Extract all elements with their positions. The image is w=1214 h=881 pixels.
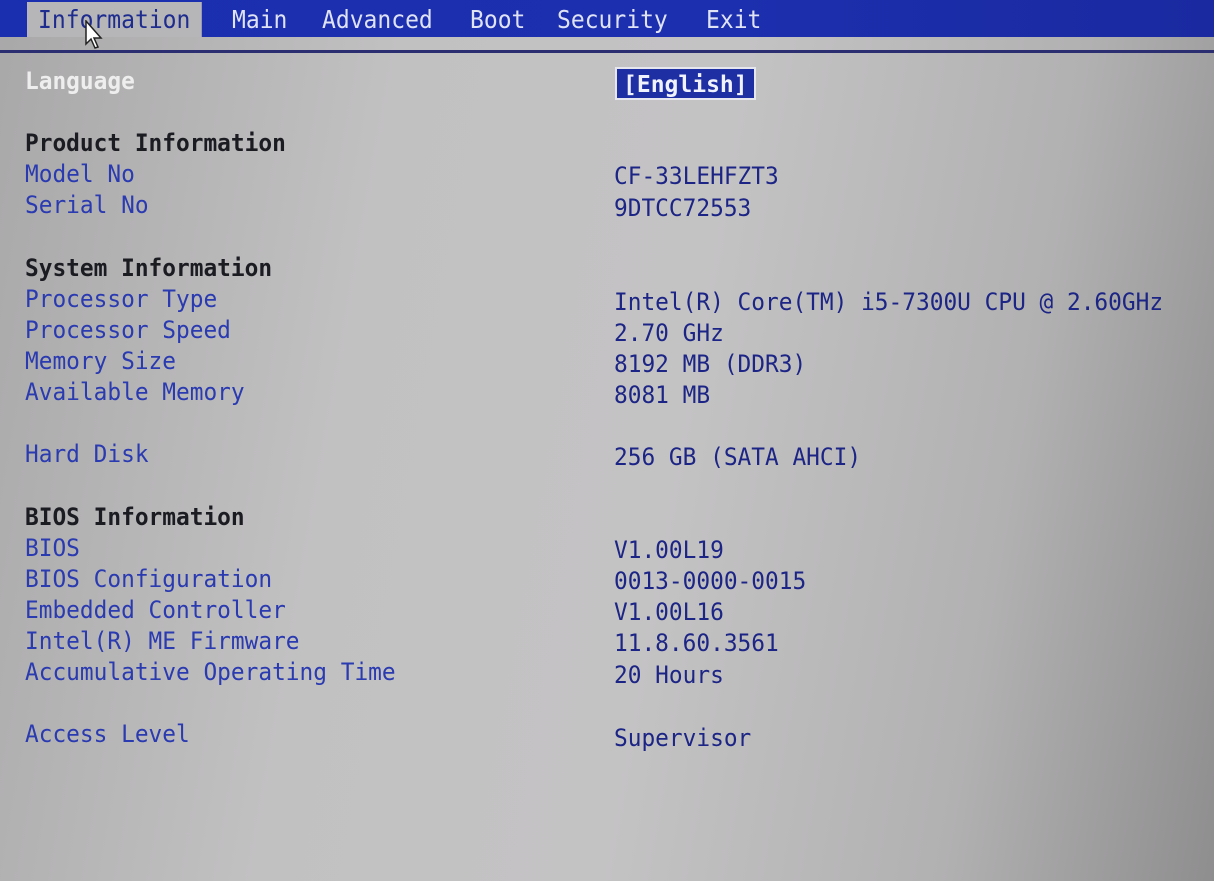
model-no-value: CF-33LEHFZT3 (614, 162, 779, 190)
processor-type-label: Processor Type (25, 285, 218, 313)
memory-size-label: Memory Size (25, 347, 177, 375)
embedded-controller-value: V1.00L16 (614, 598, 724, 626)
model-no-label: Model No (25, 160, 135, 188)
available-memory-label: Available Memory (25, 378, 245, 406)
memory-size-value: 8192 MB (DDR3) (614, 350, 807, 378)
serial-no-label: Serial No (25, 191, 149, 219)
product-information-heading: Product Information (25, 129, 286, 157)
available-memory-value: 8081 MB (614, 381, 711, 409)
operating-time-value: 20 Hours (614, 661, 724, 689)
bios-configuration-label: BIOS Configuration (25, 565, 273, 593)
bios-information-heading: BIOS Information (25, 503, 245, 531)
menu-bar: Information Main Advanced Boot Security … (0, 0, 1214, 37)
tab-security[interactable]: Security (557, 2, 668, 37)
system-information-heading: System Information (25, 254, 273, 282)
access-level-value: Supervisor (614, 724, 752, 752)
language-select[interactable]: [English] (615, 67, 756, 100)
bios-version-value: V1.00L19 (614, 536, 724, 564)
language-label: Language (25, 67, 135, 95)
access-level-label: Access Level (25, 720, 190, 748)
hard-disk-label: Hard Disk (25, 440, 149, 468)
bios-configuration-value: 0013-0000-0015 (614, 567, 807, 595)
tab-boot[interactable]: Boot (470, 2, 525, 37)
tab-main[interactable]: Main (232, 2, 287, 37)
tab-exit[interactable]: Exit (706, 2, 761, 37)
processor-speed-label: Processor Speed (25, 316, 231, 344)
hard-disk-value: 256 GB (SATA AHCI) (614, 443, 862, 471)
serial-no-value: 9DTCC72553 (614, 194, 752, 222)
processor-type-value: Intel(R) Core(TM) i5-7300U CPU @ 2.60GHz (614, 288, 1164, 316)
processor-speed-value: 2.70 GHz (614, 319, 724, 347)
embedded-controller-label: Embedded Controller (25, 596, 286, 624)
me-firmware-label: Intel(R) ME Firmware (25, 627, 300, 655)
me-firmware-value: 11.8.60.3561 (614, 629, 779, 657)
bios-version-label: BIOS (25, 534, 80, 562)
menu-divider (0, 50, 1214, 53)
tab-information[interactable]: Information (27, 2, 202, 37)
mouse-cursor-icon (85, 20, 103, 49)
operating-time-label: Accumulative Operating Time (25, 658, 396, 686)
tab-advanced[interactable]: Advanced (322, 2, 433, 37)
